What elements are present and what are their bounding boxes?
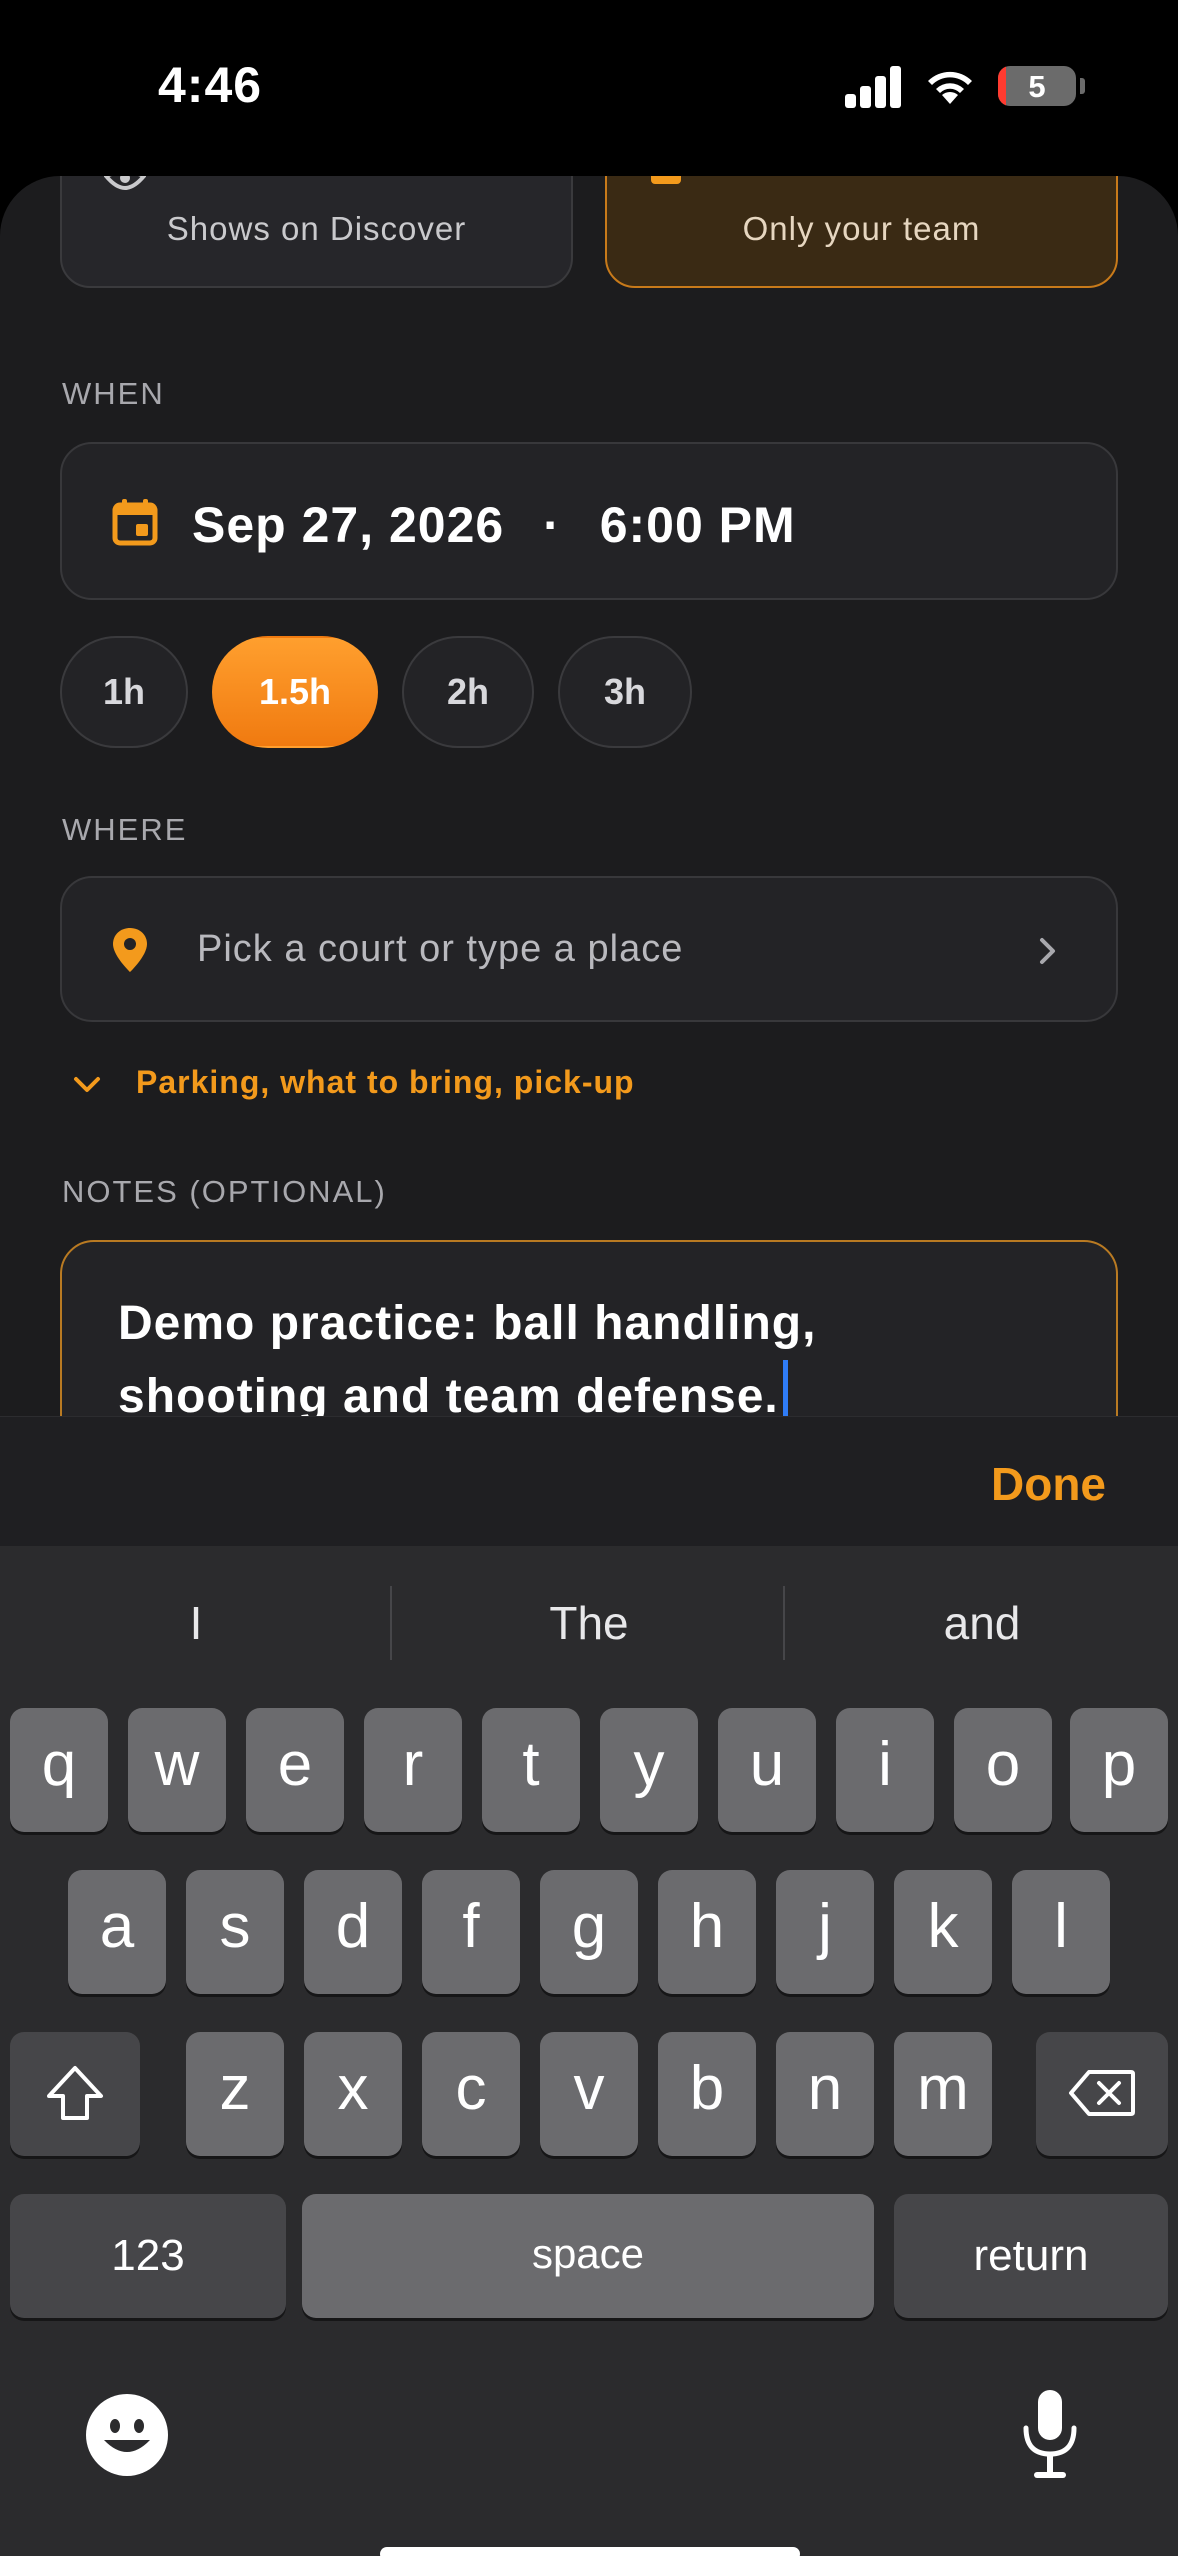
delete-key[interactable] <box>1036 2032 1168 2156</box>
time-value: 6:00 PM <box>599 497 796 553</box>
place-placeholder: Pick a court or type a place <box>197 928 684 970</box>
date-time-value: Sep 27, 2026 · 6:00 PM <box>192 496 796 554</box>
key-q[interactable]: q <box>10 1708 108 1832</box>
extras-toggle[interactable]: Parking, what to bring, pick-up <box>72 1064 635 1101</box>
duration-chip-1-5h[interactable]: 1.5h <box>212 636 378 748</box>
date-time-field[interactable]: Sep 27, 2026 · 6:00 PM <box>60 442 1118 600</box>
chevron-down-icon <box>74 1076 100 1092</box>
duration-chip-2h[interactable]: 2h <box>402 636 534 748</box>
battery-cap <box>1080 78 1085 94</box>
emoji-icon <box>104 2419 150 2452</box>
visibility-team-subtitle: Only your team <box>742 210 981 247</box>
suggestion-divider <box>390 1586 392 1660</box>
key-r[interactable]: r <box>364 1708 462 1832</box>
status-bar: 4:46 5 <box>0 0 1178 175</box>
place-picker[interactable]: Pick a court or type a place <box>60 876 1118 1022</box>
battery-icon: 5 <box>998 66 1076 106</box>
duration-chip-3h[interactable]: 3h <box>558 636 692 748</box>
calendar-icon <box>112 499 158 546</box>
key-f[interactable]: f <box>422 1870 520 1994</box>
predictive-bar: I The and <box>0 1546 1178 1696</box>
date-separator: · <box>543 497 561 553</box>
microphone-icon[interactable] <box>1020 2386 1080 2482</box>
notes-input[interactable]: Demo practice: ball handling, shooting a… <box>60 1240 1118 1416</box>
key-t[interactable]: t <box>482 1708 580 1832</box>
globe-icon <box>104 176 146 191</box>
lock-icon <box>651 176 681 184</box>
wifi-icon <box>928 71 972 104</box>
return-key[interactable]: return <box>894 2194 1168 2318</box>
key-j[interactable]: j <box>776 1870 874 1994</box>
extras-label: Parking, what to bring, pick-up <box>136 1064 635 1100</box>
key-u[interactable]: u <box>718 1708 816 1832</box>
suggestion-3[interactable]: and <box>786 1596 1178 1650</box>
create-event-sheet: Shows on Discover Only your team WHEN Se… <box>0 176 1178 1416</box>
emoji-button[interactable] <box>86 2394 168 2476</box>
key-a[interactable]: a <box>68 1870 166 1994</box>
keyboard: I The and q w e r t y u i o p a s d f g … <box>0 1546 1178 2556</box>
shift-icon <box>47 2066 103 2120</box>
where-label: WHERE <box>62 812 188 847</box>
when-label: WHEN <box>62 376 165 411</box>
key-i[interactable]: i <box>836 1708 934 1832</box>
done-button[interactable]: Done <box>991 1457 1106 1511</box>
numbers-key[interactable]: 123 <box>10 2194 286 2318</box>
backspace-icon <box>1069 2070 1135 2116</box>
shift-key[interactable] <box>10 2032 140 2156</box>
space-key[interactable]: space <box>302 2194 874 2318</box>
key-z[interactable]: z <box>186 2032 284 2156</box>
key-w[interactable]: w <box>128 1708 226 1832</box>
notes-label: NOTES (OPTIONAL) <box>62 1174 387 1209</box>
key-p[interactable]: p <box>1070 1708 1168 1832</box>
notes-line-2: shooting and team defense. <box>118 1370 779 1416</box>
home-indicator <box>380 2547 800 2556</box>
key-k[interactable]: k <box>894 1870 992 1994</box>
key-n[interactable]: n <box>776 2032 874 2156</box>
key-v[interactable]: v <box>540 2032 638 2156</box>
key-x[interactable]: x <box>304 2032 402 2156</box>
duration-chip-1h[interactable]: 1h <box>60 636 188 748</box>
visibility-public-subtitle: Shows on Discover <box>166 210 467 247</box>
key-m[interactable]: m <box>894 2032 992 2156</box>
key-c[interactable]: c <box>422 2032 520 2156</box>
eye-icon <box>102 260 146 296</box>
notes-line-1: Demo practice: ball handling, <box>118 1297 817 1350</box>
visibility-public-option[interactable]: Shows on Discover <box>60 176 573 288</box>
key-h[interactable]: h <box>658 1870 756 1994</box>
key-d[interactable]: d <box>304 1870 402 1994</box>
key-e[interactable]: e <box>246 1708 344 1832</box>
chevron-right-icon <box>1040 938 1055 964</box>
key-l[interactable]: l <box>1012 1870 1110 1994</box>
status-time: 4:46 <box>158 57 263 113</box>
key-y[interactable]: y <box>600 1708 698 1832</box>
suggestion-1[interactable]: I <box>0 1596 392 1650</box>
date-value: Sep 27, 2026 <box>192 497 505 553</box>
location-pin-icon <box>113 928 147 972</box>
key-b[interactable]: b <box>658 2032 756 2156</box>
key-g[interactable]: g <box>540 1870 638 1994</box>
suggestion-2[interactable]: The <box>393 1596 785 1650</box>
key-s[interactable]: s <box>186 1870 284 1994</box>
keyboard-accessory-bar: Done <box>0 1416 1178 1546</box>
visibility-options: Shows on Discover Only your team <box>0 176 1178 316</box>
notes-value: Demo practice: ball handling, shooting a… <box>118 1288 1018 1416</box>
key-o[interactable]: o <box>954 1708 1052 1832</box>
suggestion-divider <box>783 1586 785 1660</box>
visibility-team-option[interactable]: Only your team <box>605 176 1118 288</box>
battery-level: 5 <box>1028 69 1046 104</box>
signal-icon <box>845 66 903 108</box>
text-caret <box>782 1360 788 1416</box>
